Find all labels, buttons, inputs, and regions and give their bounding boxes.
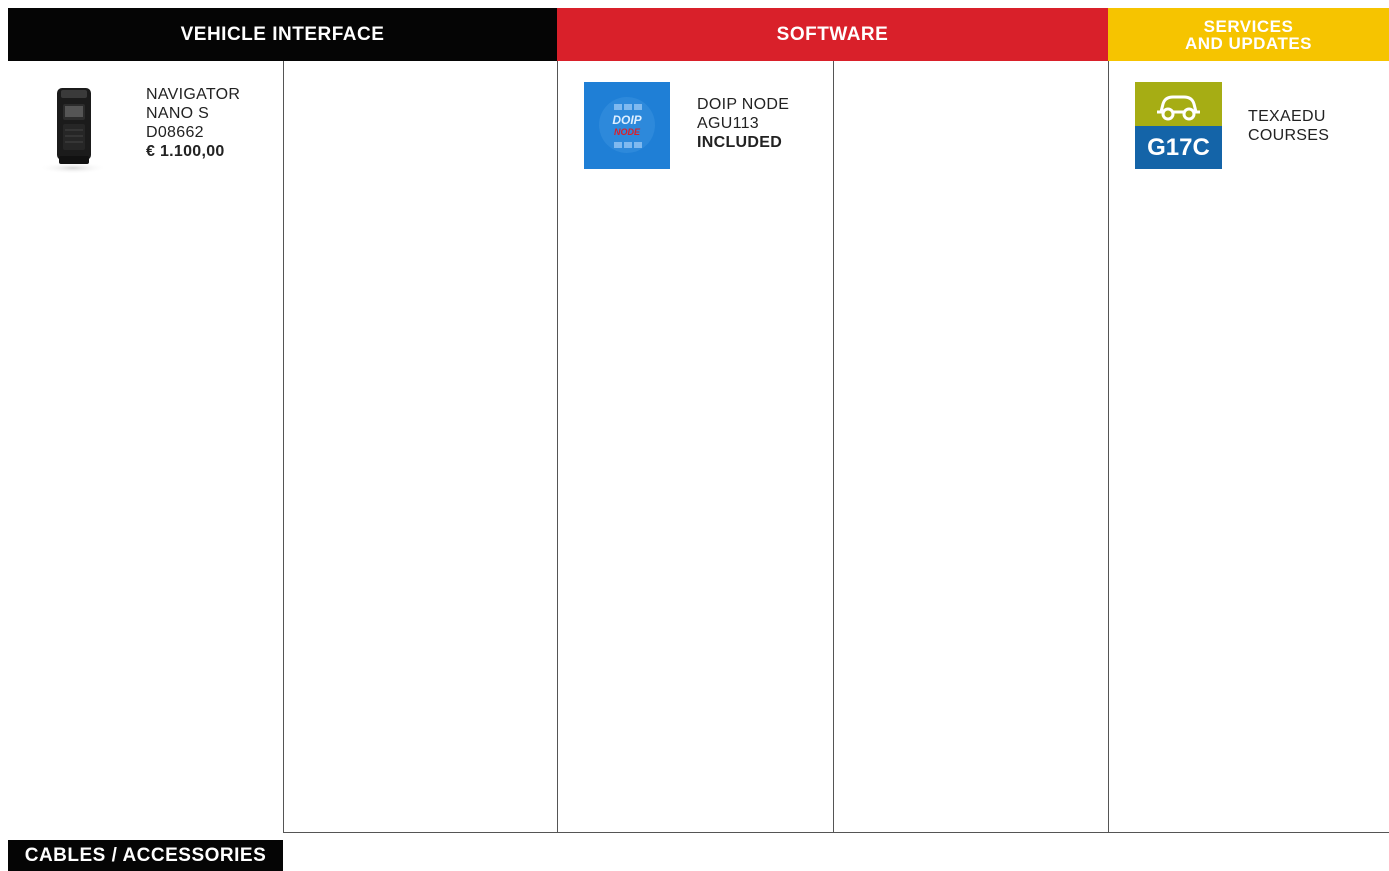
cables-accessories-header: CABLES / ACCESSORIES xyxy=(8,840,283,871)
obd-device-image[interactable] xyxy=(25,78,125,176)
product-name-line2: NANO S xyxy=(146,105,210,122)
software-product-info: DOIP NODE AGU113 INCLUDED xyxy=(697,95,789,152)
column-divider xyxy=(557,61,558,832)
services-product-info: TEXAEDU COURSES xyxy=(1248,107,1329,145)
service-name-line1: TEXAEDU xyxy=(1248,108,1326,125)
header-services-line2: AND UPDATES xyxy=(1184,33,1313,53)
software-code: AGU113 xyxy=(697,115,759,132)
doip-logo-text: DOIP xyxy=(612,113,642,127)
column-divider xyxy=(833,61,834,832)
doip-node-logo[interactable]: DOIP NODE xyxy=(584,82,670,169)
service-name-line2: COURSES xyxy=(1248,127,1330,144)
svg-text:NODE: NODE xyxy=(614,127,641,137)
product-code: D08662 xyxy=(146,124,204,141)
software-name: DOIP NODE xyxy=(697,96,790,113)
column-divider xyxy=(1108,61,1109,832)
car-course-icon[interactable]: G17C xyxy=(1135,82,1222,169)
header-services-and-updates: SERVICES AND UPDATES xyxy=(1108,8,1389,61)
product-price: € 1.100,00 xyxy=(146,143,225,160)
header-services-line1: SERVICES xyxy=(1203,16,1294,36)
doip-logo-icon: DOIP NODE xyxy=(584,82,670,169)
column-divider xyxy=(283,61,284,832)
course-icon-top xyxy=(1135,82,1222,126)
product-name-line1: NAVIGATOR xyxy=(146,86,241,103)
vehicle-product-info: NAVIGATOR NANO S D08662 € 1.100,00 xyxy=(146,85,240,161)
car-icon xyxy=(1157,95,1200,121)
obd-device-icon xyxy=(39,88,107,174)
software-status: INCLUDED xyxy=(697,134,783,151)
header-vehicle-interface: VEHICLE INTERFACE xyxy=(8,8,557,61)
course-code-badge: G17C xyxy=(1135,126,1222,169)
row-divider xyxy=(283,832,1389,833)
header-software: SOFTWARE xyxy=(557,8,1108,61)
